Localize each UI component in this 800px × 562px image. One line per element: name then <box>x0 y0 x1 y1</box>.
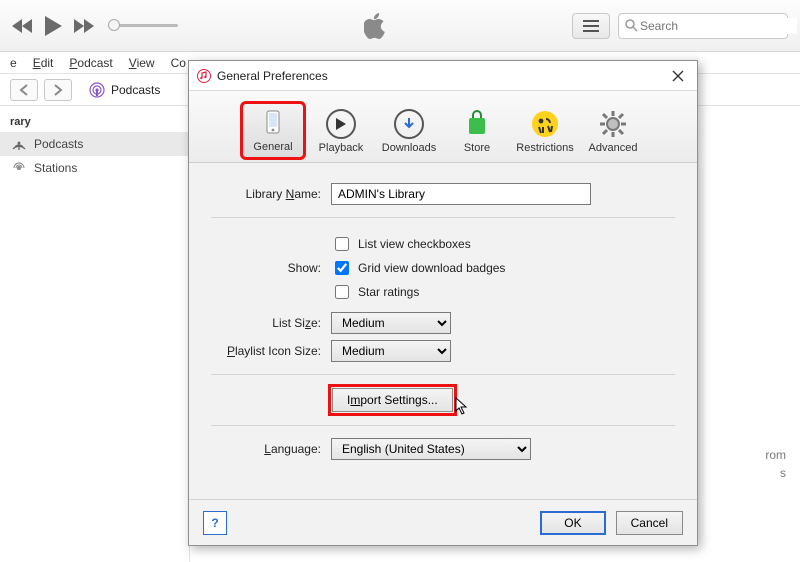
checkbox[interactable] <box>335 237 349 251</box>
close-button[interactable] <box>667 65 689 87</box>
tab-restrictions[interactable]: Restrictions <box>514 105 576 158</box>
menu-view[interactable]: View <box>129 56 155 70</box>
store-icon <box>462 109 492 139</box>
check-list-view[interactable]: List view checkboxes <box>331 234 505 254</box>
dialog-footer: ? OK Cancel <box>189 499 697 545</box>
playback-icon <box>326 109 356 139</box>
tab-general[interactable]: General <box>242 103 304 158</box>
itunes-icon <box>197 69 211 83</box>
playlist-icon-size-label: Playlist Icon Size: <box>211 344 331 358</box>
sidebar-item-podcasts[interactable]: Podcasts <box>0 132 189 156</box>
tab-label: Playback <box>319 142 364 154</box>
check-star-ratings[interactable]: Star ratings <box>331 282 505 302</box>
tab-downloads[interactable]: Downloads <box>378 105 440 158</box>
check-label: Star ratings <box>358 285 419 299</box>
volume-slider[interactable] <box>108 24 178 27</box>
menu-edit[interactable]: Edit <box>33 56 54 70</box>
background-text: rom s <box>765 446 786 482</box>
advanced-icon <box>598 109 628 139</box>
ok-button[interactable]: OK <box>540 511 605 535</box>
downloads-icon <box>394 109 424 139</box>
prev-button[interactable] <box>12 17 34 35</box>
language-select[interactable]: English (United States) <box>331 438 531 460</box>
sidebar-item-label: Podcasts <box>34 137 83 151</box>
apple-logo <box>188 13 562 39</box>
stations-icon <box>12 161 26 175</box>
general-icon <box>258 108 288 138</box>
tab-playback[interactable]: Playback <box>310 105 372 158</box>
cancel-button[interactable]: Cancel <box>616 511 683 535</box>
list-size-select[interactable]: Medium <box>331 312 451 334</box>
checkbox[interactable] <box>335 261 349 275</box>
nav-back-button[interactable] <box>10 79 38 101</box>
import-settings-button[interactable]: Import Settings... <box>332 388 453 412</box>
tab-label: Advanced <box>589 142 638 154</box>
search-input[interactable] <box>638 18 797 34</box>
sidebar-item-stations[interactable]: Stations <box>0 156 189 180</box>
menu-item[interactable]: e <box>10 56 17 70</box>
nav-forward-button[interactable] <box>44 79 72 101</box>
check-label: Grid view download badges <box>358 261 505 275</box>
playlist-icon-size-select[interactable]: Medium <box>331 340 451 362</box>
playback-controls <box>12 14 178 38</box>
search-icon <box>625 19 638 32</box>
podcast-icon <box>89 82 105 98</box>
import-settings-highlight: Import Settings... <box>331 387 454 413</box>
volume-knob[interactable] <box>108 19 120 31</box>
menu-podcast[interactable]: Podcast <box>69 56 112 70</box>
language-label: Language: <box>211 442 331 456</box>
sidebar-item-label: Stations <box>34 161 77 175</box>
menu-item[interactable]: Co <box>171 56 186 70</box>
tab-advanced[interactable]: Advanced <box>582 105 644 158</box>
tab-store[interactable]: Store <box>446 105 508 158</box>
preferences-dialog: General Preferences General Playback Dow… <box>188 60 698 546</box>
show-label: Show: <box>211 261 331 275</box>
list-size-label: List Size: <box>211 316 331 330</box>
dialog-titlebar: General Preferences <box>189 61 697 91</box>
dialog-body: Library Name: Show: List view checkboxes… <box>189 163 697 499</box>
tab-label: General <box>253 141 292 153</box>
list-view-button[interactable] <box>572 13 610 39</box>
sidebar-heading: rary <box>0 112 189 132</box>
check-grid-badges[interactable]: Grid view download badges <box>331 258 505 278</box>
prefs-tabstrip: General Playback Downloads Store Restric… <box>189 91 697 163</box>
checkbox[interactable] <box>335 285 349 299</box>
toolbar-right <box>572 13 788 39</box>
check-label: List view checkboxes <box>358 237 471 251</box>
tab-label: Restrictions <box>516 142 573 154</box>
tab-label: Downloads <box>382 142 436 154</box>
sidebar: rary Podcasts Stations <box>0 106 190 562</box>
cursor-icon <box>455 397 469 415</box>
section-label: Podcasts <box>111 83 160 97</box>
player-toolbar <box>0 0 800 52</box>
tab-label: Store <box>464 142 490 154</box>
section-selector[interactable]: Podcasts <box>78 78 171 102</box>
library-name-input[interactable] <box>331 183 591 205</box>
search-field[interactable] <box>618 13 788 39</box>
broadcast-icon <box>12 137 26 151</box>
help-button[interactable]: ? <box>203 511 227 535</box>
restrictions-icon <box>530 109 560 139</box>
next-button[interactable] <box>72 17 94 35</box>
library-name-label: Library Name: <box>211 187 331 201</box>
dialog-title: General Preferences <box>217 69 661 83</box>
play-button[interactable] <box>42 14 64 38</box>
